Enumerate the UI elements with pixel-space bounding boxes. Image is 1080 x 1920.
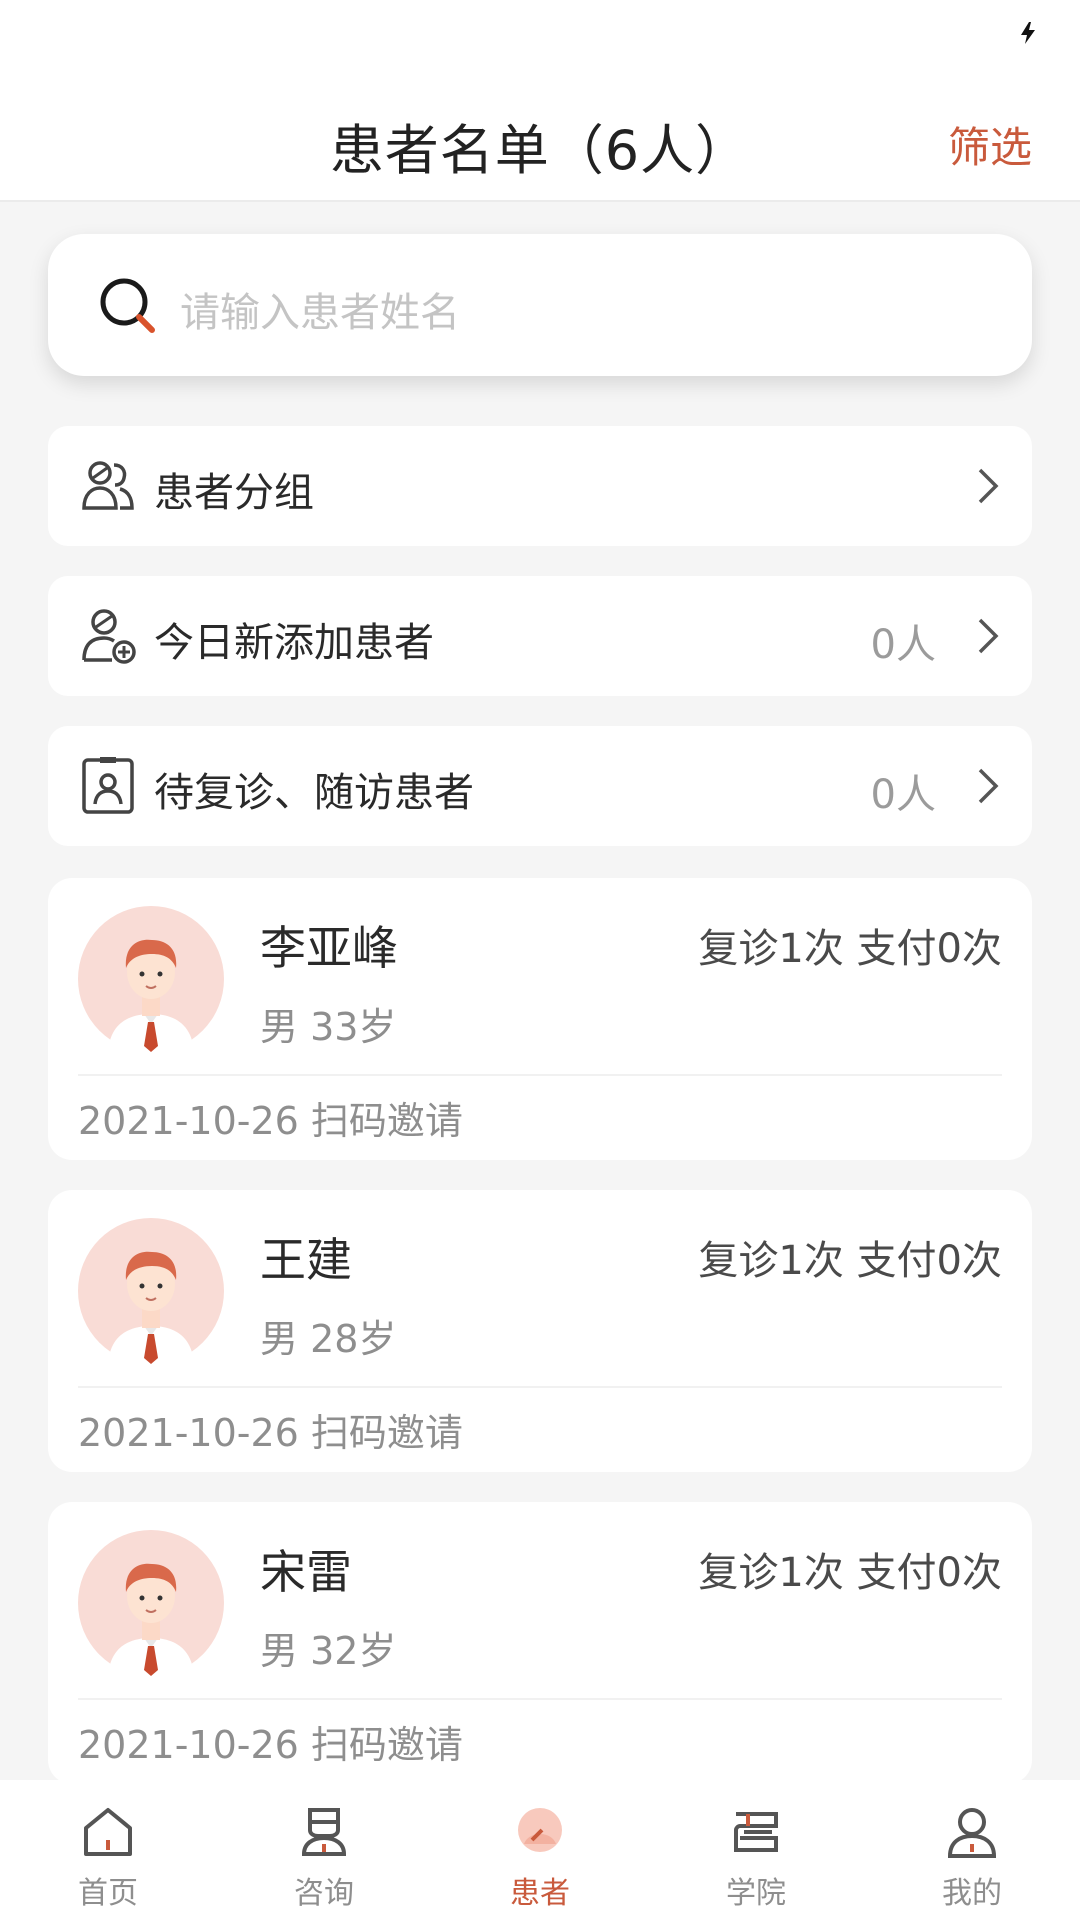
academy-icon <box>734 1812 778 1852</box>
search-input[interactable]: 请输入患者姓名 <box>180 280 460 338</box>
chevron-right-icon <box>978 768 999 804</box>
search-bar[interactable]: 请输入患者姓名 <box>48 234 1032 376</box>
bottom-tab-bar: 首页 咨询 患者 学院 我的 <box>0 1780 1080 1920</box>
patient-card[interactable]: 李亚峰 复诊1次 支付0次 男 33岁 2021-10-26 扫码邀请 <box>48 878 1032 1160</box>
tab-consult[interactable]: 咨询 <box>216 1780 432 1920</box>
tab-label: 我的 <box>942 1876 1002 1911</box>
avatar <box>78 1530 224 1676</box>
menu-label: 患者分组 <box>154 470 314 516</box>
patient-gender-age: 男 33岁 <box>260 1005 397 1049</box>
home-icon <box>84 1808 132 1856</box>
consult-icon <box>301 1808 347 1856</box>
tab-label: 患者 <box>510 1876 570 1911</box>
patient-visits: 复诊1次 支付0次 <box>698 1550 1002 1596</box>
app-header: 患者名单（6人） 筛选 <box>0 80 1080 202</box>
patient-name: 李亚峰 <box>260 921 398 975</box>
patient-visits: 复诊1次 支付0次 <box>698 1238 1002 1284</box>
patient-card[interactable]: 王建 复诊1次 支付0次 男 28岁 2021-10-26 扫码邀请 <box>48 1190 1032 1472</box>
charging-icon <box>1021 22 1035 44</box>
patient-visits: 复诊1次 支付0次 <box>698 926 1002 972</box>
tab-profile[interactable]: 我的 <box>864 1780 1080 1920</box>
divider <box>78 1698 1002 1700</box>
menu-label: 待复诊、随访患者 <box>154 770 474 816</box>
divider <box>78 1074 1002 1076</box>
avatar <box>78 1218 224 1364</box>
patient-invite-info: 2021-10-26 扫码邀请 <box>78 1411 463 1455</box>
patient-card-icon <box>82 757 134 814</box>
menu-followup-patients[interactable]: 待复诊、随访患者 0人 <box>48 726 1032 846</box>
chevron-right-icon <box>978 618 999 654</box>
tab-patients[interactable]: 患者 <box>432 1780 648 1920</box>
patient-card[interactable]: 宋雷 复诊1次 支付0次 男 32岁 2021-10-26 扫码邀请 <box>48 1502 1032 1784</box>
menu-label: 今日新添加患者 <box>154 620 434 666</box>
menu-patient-groups[interactable]: 患者分组 <box>48 426 1032 546</box>
users-group-icon <box>82 461 134 510</box>
page-title: 患者名单（6人） <box>329 119 751 182</box>
avatar <box>78 906 224 1052</box>
patient-name: 宋雷 <box>260 1545 352 1599</box>
patient-invite-info: 2021-10-26 扫码邀请 <box>78 1099 463 1143</box>
add-user-icon <box>82 609 136 664</box>
tab-academy[interactable]: 学院 <box>648 1780 864 1920</box>
menu-today-new-patients[interactable]: 今日新添加患者 0人 <box>48 576 1032 696</box>
filter-button[interactable]: 筛选 <box>948 114 1032 175</box>
tab-home[interactable]: 首页 <box>0 1780 216 1920</box>
chevron-right-icon <box>978 468 999 504</box>
search-icon <box>100 278 155 333</box>
tab-label: 首页 <box>78 1876 138 1911</box>
patient-gender-age: 男 32岁 <box>260 1629 397 1673</box>
menu-count: 0人 <box>870 622 936 668</box>
patient-invite-info: 2021-10-26 扫码邀请 <box>78 1723 463 1767</box>
patient-icon <box>518 1808 562 1852</box>
tab-label: 咨询 <box>294 1876 354 1911</box>
menu-count: 0人 <box>870 772 936 818</box>
profile-icon <box>947 1808 997 1858</box>
patient-name: 王建 <box>260 1233 352 1287</box>
patient-gender-age: 男 28岁 <box>260 1317 397 1361</box>
status-bar <box>0 0 1080 80</box>
tab-label: 学院 <box>726 1876 786 1911</box>
divider <box>78 1386 1002 1388</box>
